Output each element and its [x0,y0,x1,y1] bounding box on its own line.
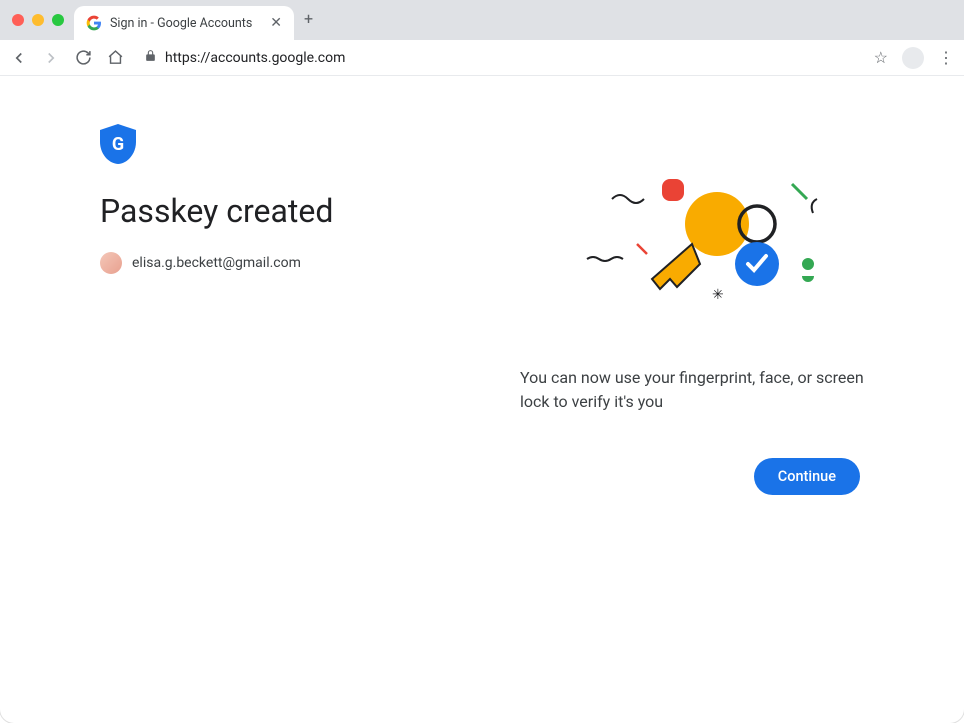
lock-icon [144,49,157,66]
window-controls [12,14,74,40]
account-email: elisa.g.beckett@gmail.com [132,255,301,271]
google-shield-icon: G [100,124,136,164]
account-avatar [100,252,122,274]
google-favicon-icon [86,15,102,31]
browser-tab-strip: Sign in - Google Accounts ✕ + [0,0,964,40]
browser-tab[interactable]: Sign in - Google Accounts ✕ [74,6,294,40]
close-window-button[interactable] [12,14,24,26]
maximize-window-button[interactable] [52,14,64,26]
page-title: Passkey created [100,192,480,230]
address-bar[interactable]: https://accounts.google.com [138,49,860,66]
left-column: G Passkey created elisa.g.beckett@gmail.… [100,124,480,495]
svg-text:✳: ✳ [712,287,724,303]
page-content: G Passkey created elisa.g.beckett@gmail.… [0,76,964,495]
continue-button[interactable]: Continue [754,458,860,495]
tab-title: Sign in - Google Accounts [110,16,252,31]
reload-button[interactable] [74,49,92,66]
new-tab-button[interactable]: + [294,9,323,28]
button-row: Continue [520,458,864,495]
right-column: ✳ You can now use your fingerprint, face… [520,124,864,495]
svg-text:G: G [112,134,124,155]
url-text: https://accounts.google.com [165,50,345,66]
browser-toolbar: https://accounts.google.com ☆ ⋮ [0,40,964,76]
account-row[interactable]: elisa.g.beckett@gmail.com [100,252,480,274]
close-tab-icon[interactable]: ✕ [270,15,282,31]
minimize-window-button[interactable] [32,14,44,26]
profile-avatar[interactable] [902,47,924,69]
confirmation-message: You can now use your fingerprint, face, … [520,366,864,414]
bookmark-icon[interactable]: ☆ [874,48,888,67]
passkey-illustration: ✳ [520,124,864,354]
menu-icon[interactable]: ⋮ [938,48,954,67]
home-button[interactable] [106,49,124,66]
forward-button[interactable] [42,49,60,67]
back-button[interactable] [10,49,28,67]
